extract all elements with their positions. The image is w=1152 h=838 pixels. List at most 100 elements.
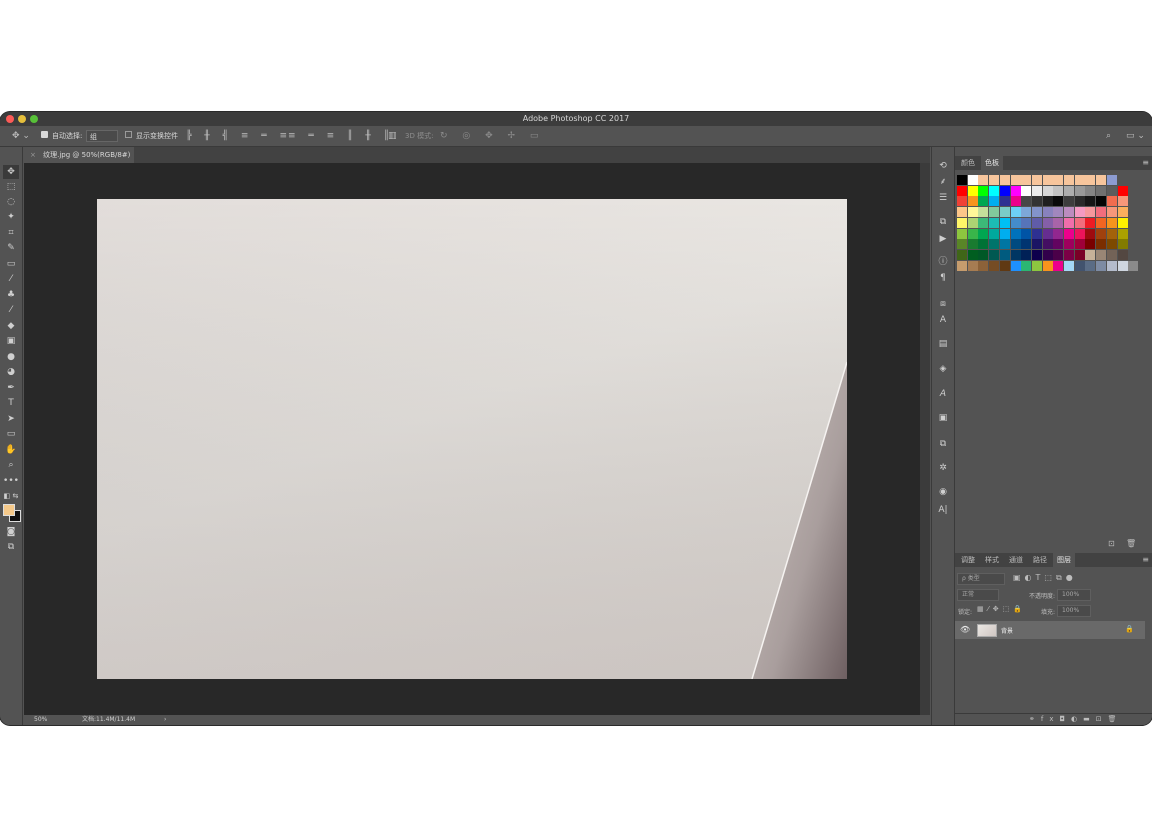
actions-play-icon[interactable]: ▶ (935, 232, 951, 246)
color-swatch[interactable] (957, 249, 967, 260)
tab-layers[interactable]: 图层 (1053, 553, 1075, 567)
magic-wand-tool-icon[interactable]: ✦ (3, 210, 19, 224)
character-styles-icon[interactable]: ⧉ (935, 215, 951, 229)
color-swatch[interactable] (1085, 175, 1096, 185)
marquee-tool-icon[interactable]: ⬚ (3, 180, 19, 194)
color-swatch[interactable] (1085, 217, 1096, 228)
color-swatch[interactable] (989, 207, 1000, 218)
status-menu-arrow[interactable]: › (164, 715, 166, 725)
color-swatch[interactable] (967, 260, 978, 271)
color-swatch[interactable] (1064, 175, 1074, 185)
color-swatch[interactable] (978, 196, 989, 207)
color-swatch[interactable] (1031, 196, 1042, 207)
color-swatch[interactable] (1042, 185, 1053, 196)
brush-tool-icon[interactable]: ⁄ (3, 272, 19, 286)
color-swatch[interactable] (1010, 196, 1021, 207)
color-swatch[interactable] (978, 217, 989, 228)
color-swatch[interactable] (1010, 228, 1021, 239)
color-swatch[interactable] (1117, 249, 1128, 260)
minimize-window-button[interactable] (18, 115, 26, 123)
color-swatch[interactable] (1064, 207, 1074, 218)
color-swatch[interactable] (1117, 239, 1128, 250)
swatches-panel-menu-icon[interactable]: ≡ (1142, 158, 1149, 167)
layer-name[interactable]: 背景 (1001, 626, 1013, 635)
color-swatch[interactable] (1053, 217, 1064, 228)
color-swatch[interactable] (1021, 260, 1032, 271)
color-swatch[interactable] (1096, 249, 1107, 260)
color-swatch[interactable] (1021, 217, 1032, 228)
color-swatch[interactable] (1128, 260, 1139, 271)
eraser-tool-icon[interactable]: ◆ (3, 319, 19, 333)
tab-swatches[interactable]: 色板 (981, 156, 1003, 170)
color-swatch[interactable] (1031, 239, 1042, 250)
color-swatch[interactable] (999, 217, 1010, 228)
color-swatch[interactable] (1074, 239, 1085, 250)
color-swatch[interactable] (999, 260, 1010, 271)
color-swatch[interactable] (1053, 249, 1064, 260)
lasso-tool-icon[interactable]: ◌ (3, 195, 19, 209)
color-swatch[interactable] (1021, 228, 1032, 239)
gradient-tool-icon[interactable]: ▣ (3, 334, 19, 348)
hand-tool-icon[interactable]: ✋ (3, 443, 19, 457)
paragraph-styles-icon[interactable]: A| (935, 503, 951, 517)
history-panel-icon[interactable]: ⟲ (935, 159, 951, 173)
color-swatch[interactable] (1031, 249, 1042, 260)
color-swatch[interactable] (1053, 228, 1064, 239)
color-swatch[interactable] (957, 207, 967, 218)
color-swatch[interactable] (1021, 207, 1032, 218)
color-swatch[interactable] (957, 239, 967, 250)
color-swatch[interactable] (1031, 185, 1042, 196)
color-swatch[interactable] (1085, 185, 1096, 196)
color-swatch[interactable] (1021, 175, 1032, 185)
color-swatch[interactable] (967, 185, 978, 196)
color-swatch[interactable] (1085, 260, 1096, 271)
color-swatch[interactable] (967, 249, 978, 260)
notes-panel-icon[interactable]: ▤ (935, 337, 951, 351)
color-swatch[interactable] (1031, 228, 1042, 239)
color-swatch[interactable] (1053, 239, 1064, 250)
tab-styles[interactable]: 样式 (981, 553, 1003, 567)
tab-color[interactable]: 颜色 (957, 156, 979, 170)
auto-select-checkbox[interactable] (41, 131, 48, 138)
color-swatch[interactable] (1010, 249, 1021, 260)
color-swatch[interactable] (1064, 196, 1074, 207)
workspace-switcher-icon[interactable]: ▭ ⌄ (1126, 130, 1145, 142)
color-swatch[interactable] (967, 175, 978, 185)
tab-paths[interactable]: 路径 (1029, 553, 1051, 567)
color-swatch[interactable] (1042, 249, 1053, 260)
auto-align-icon[interactable]: ▥ (388, 130, 397, 142)
search-icon[interactable]: ⌕ (1106, 130, 1111, 142)
color-swatch[interactable] (989, 249, 1000, 260)
show-transform-checkbox[interactable] (125, 131, 132, 138)
clone-stamp-tool-icon[interactable]: ♣ (3, 288, 19, 302)
color-swatch[interactable] (967, 228, 978, 239)
color-swatch[interactable] (1117, 217, 1128, 228)
brush-presets-icon[interactable]: ⸙ (935, 175, 951, 189)
blur-tool-icon[interactable]: ● (3, 350, 19, 364)
color-swatch[interactable] (989, 217, 1000, 228)
color-swatch[interactable] (1096, 217, 1107, 228)
color-swatch[interactable] (1064, 228, 1074, 239)
move-tool-preset-icon[interactable]: ✥ ⌄ (12, 130, 30, 142)
color-swatch[interactable] (1106, 217, 1117, 228)
color-swatch[interactable] (957, 228, 967, 239)
history-brush-tool-icon[interactable]: ⁄ (3, 303, 19, 317)
color-swatch[interactable] (1031, 175, 1042, 185)
color-swatch[interactable] (1085, 249, 1096, 260)
color-swatch[interactable] (978, 228, 989, 239)
color-swatch[interactable] (1106, 260, 1117, 271)
align-buttons-icon[interactable]: ╠ ╫ ╣ ≡ ═ ≡ (186, 130, 292, 142)
move-tool-icon[interactable]: ✥ (3, 165, 19, 179)
color-swatch[interactable] (1010, 185, 1021, 196)
layer-visibility-eye-icon[interactable]: 👁 (960, 625, 970, 634)
color-swatch[interactable] (1021, 185, 1032, 196)
rectangle-tool-icon[interactable]: ▭ (3, 427, 19, 441)
color-swatch[interactable] (999, 175, 1010, 185)
layer-filter-kind[interactable]: ρ 类型 (957, 573, 1005, 585)
color-swatch[interactable] (957, 185, 967, 196)
color-swatch[interactable] (999, 207, 1010, 218)
color-swatch[interactable] (1096, 175, 1107, 185)
color-swatch[interactable] (1106, 175, 1117, 185)
crop-tool-icon[interactable]: ⌗ (3, 226, 19, 240)
color-swatch[interactable] (1053, 196, 1064, 207)
